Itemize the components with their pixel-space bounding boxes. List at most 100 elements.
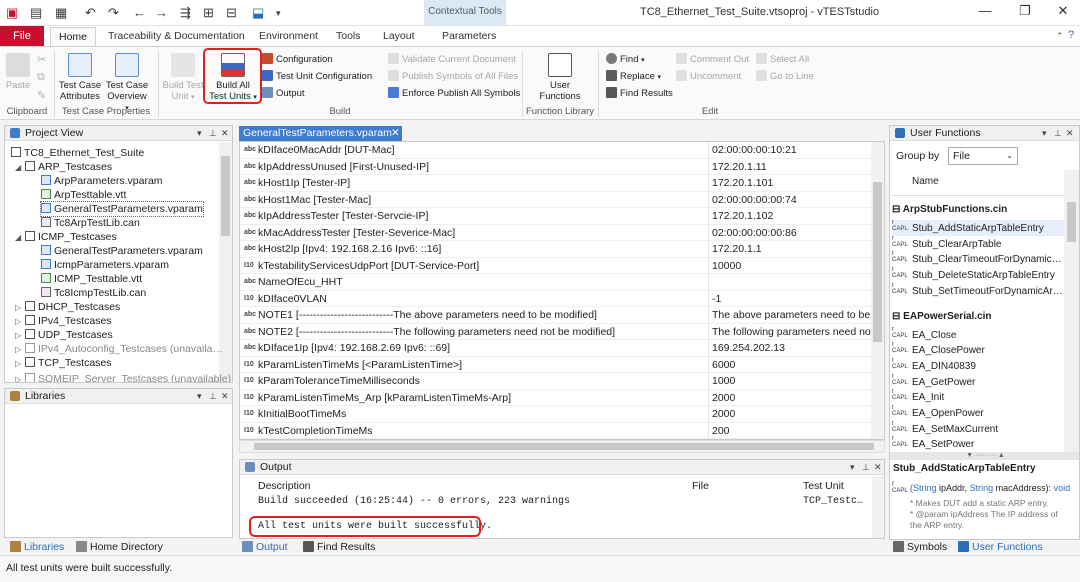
tree-file[interactable]: Tc8IcmpTestLib.can	[41, 286, 146, 300]
output-scrollbar[interactable]	[872, 476, 884, 538]
editor-scrollbar[interactable]	[871, 142, 884, 439]
pin-icon[interactable]: ⊥	[209, 389, 217, 403]
tree-file[interactable]: ArpTesttable.vtt	[41, 188, 126, 202]
build-qa-icon[interactable]: ⊞	[203, 5, 214, 21]
parameter-value[interactable]: 2000	[712, 390, 872, 406]
panel-close-icon[interactable]: ✕	[1066, 126, 1074, 140]
scrollbar-thumb[interactable]	[254, 443, 874, 450]
tree-file[interactable]: Tc8ArpTestLib.can	[41, 216, 140, 230]
parameter-row[interactable]: abc kDIface1Ip [Ipv4: 192.168.2.69 Ipv6: …	[240, 340, 872, 357]
tab-tools[interactable]: Tools	[336, 30, 361, 42]
user-function-item[interactable]: f CAPL EA_Close	[892, 327, 1064, 343]
user-function-item[interactable]: f CAPL EA_SetPower	[892, 436, 1064, 452]
test-unit-configuration-button[interactable]: Test Unit Configuration	[262, 70, 372, 82]
pin-icon[interactable]: ⊥	[1054, 126, 1062, 140]
tree-file-selected[interactable]: GeneralTestParameters.vparam	[40, 201, 204, 217]
tab-traceability[interactable]: Traceability & Documentation	[108, 30, 245, 42]
close-window-button[interactable]: ✕	[1048, 3, 1078, 19]
panel-dropdown-icon[interactable]: ▾	[1042, 126, 1047, 140]
parameter-row[interactable]: I10 kTestabilityServicesUdpPort [DUT-Serv…	[240, 258, 872, 274]
parameter-row[interactable]: abc NOTE2 [---------------------------The…	[240, 324, 872, 340]
parameter-value[interactable]: 172.20.1.11	[712, 159, 872, 175]
scrollbar-thumb[interactable]	[1067, 202, 1076, 242]
tab-symbols[interactable]: Symbols	[893, 541, 947, 553]
tree-folder-unavailable[interactable]: ▷ IPv4_Autoconfig_Testcases (unavaila…	[15, 342, 223, 357]
publish-symbols-button[interactable]: Publish Symbols of All Files	[388, 70, 518, 82]
uf-section-header[interactable]: ⊟ EAPowerSerial.cin	[892, 311, 992, 322]
tree-file[interactable]: GeneralTestParameters.vparam	[41, 244, 203, 258]
user-function-item[interactable]: f CAPL Stub_SetTimeoutForDynamicAr…	[892, 283, 1064, 299]
validate-document-button[interactable]: Validate Current Document	[388, 53, 516, 65]
tab-environment[interactable]: Environment	[259, 30, 318, 42]
col-name[interactable]: Name	[912, 176, 939, 187]
user-function-item[interactable]: f CAPL EA_GetPower	[892, 374, 1064, 390]
configuration-button[interactable]: Configuration	[262, 53, 333, 65]
col-test-unit[interactable]: Test Unit	[803, 480, 844, 492]
forward-icon[interactable]: →	[155, 5, 168, 20]
build-test-unit-qa-icon[interactable]: ⇶	[180, 5, 191, 21]
enforce-publish-button[interactable]: Enforce Publish All Symbols	[388, 87, 520, 99]
user-function-item[interactable]: f CAPL EA_ClosePower	[892, 342, 1064, 358]
user-function-item[interactable]: f CAPL Stub_DeleteStaticArpTableEntry	[892, 267, 1064, 283]
parameter-row[interactable]: abc kHost1Mac [Tester-Mac] 02:00:00:00:00:…	[240, 192, 872, 208]
open-project-icon[interactable]: ▤	[30, 5, 42, 21]
replace-button[interactable]: Replace ▾	[606, 70, 661, 82]
tree-folder[interactable]: ▷ UDP_Testcases	[15, 328, 113, 343]
minimize-button[interactable]: —	[970, 3, 1000, 18]
build-test-unit-button[interactable]: Build Test Unit ▾	[161, 53, 205, 103]
parameter-value[interactable]: 172.20.1.101	[712, 175, 872, 191]
parameter-row[interactable]: abc kHost1Ip [Tester-IP] 172.20.1.101	[240, 175, 872, 192]
panel-dropdown-icon[interactable]: ▾	[850, 460, 855, 474]
parameter-row[interactable]: abc kHost2Ip [Ipv4: 192.168.2.16 Ipv6: ::…	[240, 241, 872, 258]
redo-icon[interactable]: ↷	[108, 5, 119, 21]
uncomment-button[interactable]: Uncomment	[676, 70, 741, 82]
parameter-value[interactable]: 172.20.1.102	[712, 208, 872, 224]
save-icon[interactable]: ▦	[55, 5, 67, 21]
parameter-value[interactable]: 02:00:00:00:00:86	[712, 225, 872, 241]
paste-button[interactable]: Paste	[4, 53, 32, 91]
user-function-item[interactable]: f CAPL EA_SetMaxCurrent	[892, 421, 1064, 437]
uf-section-header[interactable]: ⊟ ArpStubFunctions.cin	[892, 204, 1007, 215]
panel-dropdown-icon[interactable]: ▾	[197, 389, 202, 403]
parameter-value[interactable]: 200	[712, 423, 872, 439]
pin-icon[interactable]: ⊥	[209, 126, 217, 140]
pin-icon[interactable]: ⊥	[862, 460, 870, 474]
collapse-icon[interactable]: ⊟	[892, 204, 903, 215]
parameter-value[interactable]: The above parameters need to be m	[712, 307, 872, 323]
help-icon[interactable]: ?	[1068, 29, 1074, 41]
parameter-value[interactable]: 6000	[712, 357, 872, 373]
tab-find-results[interactable]: Find Results	[303, 541, 375, 553]
scrollbar-thumb[interactable]	[873, 182, 882, 342]
user-function-item[interactable]: f CAPL Stub_AddStaticArpTableEntry	[892, 220, 1064, 236]
panel-close-icon[interactable]: ✕	[221, 126, 229, 140]
tab-home[interactable]: Home	[50, 27, 96, 47]
find-button[interactable]: Find ▾	[606, 53, 645, 65]
undo-icon[interactable]: ↶	[85, 5, 96, 21]
select-all-button[interactable]: Select All	[756, 53, 809, 65]
tree-folder[interactable]: ▷ IPv4_Testcases	[15, 314, 112, 329]
tree-root[interactable]: TC8_Ethernet_Test_Suite	[11, 146, 144, 160]
cut-icon[interactable]: ✂	[37, 53, 46, 66]
find-results-button[interactable]: Find Results	[606, 87, 673, 99]
tree-file[interactable]: ICMP_Testtable.vtt	[41, 272, 142, 286]
tree-folder[interactable]: ▷ DHCP_Testcases	[15, 300, 120, 315]
parameter-row[interactable]: abc NOTE1 [---------------------------The…	[240, 307, 872, 324]
comment-out-button[interactable]: Comment Out	[676, 53, 749, 65]
uf-scrollbar[interactable]	[1064, 170, 1079, 452]
parameter-value[interactable]: 10000	[712, 258, 872, 274]
tab-output[interactable]: Output	[242, 541, 288, 553]
output-button[interactable]: Output	[262, 87, 305, 99]
parameter-row[interactable]: I10 kParamListenTimeMs_Arp [kParamListenT…	[240, 390, 872, 406]
panel-close-icon[interactable]: ✕	[221, 389, 229, 403]
parameter-row[interactable]: I10 kParamListenTimeMs [<ParamListenTime>…	[240, 357, 872, 373]
customize-quick-access-icon[interactable]: ▾	[276, 8, 281, 19]
parameter-value[interactable]: 169.254.202.13	[712, 340, 872, 356]
panel-dropdown-icon[interactable]: ▾	[197, 126, 202, 140]
panel-splitter[interactable]: ▼ ········· ▲	[890, 452, 1079, 460]
user-function-item[interactable]: f CAPL EA_OpenPower	[892, 405, 1064, 421]
tree-file[interactable]: ArpParameters.vparam	[41, 174, 163, 188]
tree-file[interactable]: IcmpParameters.vparam	[41, 258, 169, 272]
format-painter-icon[interactable]: ✎	[37, 89, 46, 102]
user-function-item[interactable]: f CAPL Stub_ClearArpTable	[892, 236, 1064, 252]
parameter-value[interactable]: 1000	[712, 373, 872, 389]
